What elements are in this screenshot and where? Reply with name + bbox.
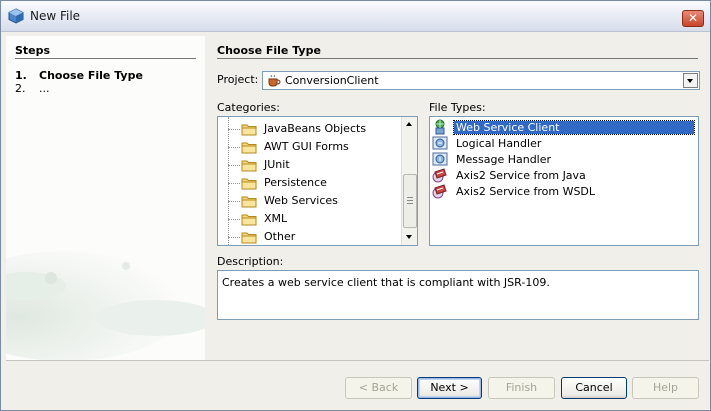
category-item[interactable]: JavaBeans Objects — [228, 120, 398, 138]
file-type-label: Axis2 Service from Java — [456, 169, 586, 182]
description-box: Creates a web service client that is com… — [217, 270, 699, 320]
file-type-label: Logical Handler — [456, 137, 542, 150]
project-label: Project: — [217, 73, 259, 86]
category-label: JavaBeans Objects — [264, 122, 367, 135]
finish-button[interactable]: Finish — [488, 377, 555, 399]
category-label: XML — [264, 212, 288, 225]
category-item[interactable]: Web Services — [228, 192, 398, 210]
category-item[interactable]: XML — [228, 210, 398, 228]
folder-icon — [241, 232, 257, 244]
chevron-down-icon[interactable] — [683, 73, 698, 88]
message-handler-icon — [432, 152, 448, 166]
file-type-item[interactable]: Axis2 Service from Java — [432, 167, 695, 183]
category-label: Web Services — [264, 194, 338, 207]
category-label: JUnit — [264, 158, 290, 171]
description-label: Description: — [217, 255, 284, 268]
category-item[interactable]: Other — [228, 228, 398, 245]
scroll-down-arrow-icon[interactable] — [402, 230, 417, 245]
axis2-service-icon — [432, 184, 447, 199]
description-text: Creates a web service client that is com… — [222, 276, 550, 289]
help-button[interactable]: Help — [632, 377, 699, 399]
file-type-item[interactable]: Message Handler — [432, 151, 695, 167]
categories-tree[interactable]: JavaBeans Objects AWT GUI Forms JUnit Persi… — [217, 116, 418, 246]
file-types-list[interactable]: Web Service Client Logical Handler Message… — [429, 116, 699, 246]
file-type-label: Web Service Client — [453, 120, 695, 135]
tree-connector — [228, 165, 240, 166]
decorative-background — [6, 251, 205, 360]
file-type-label: Message Handler — [456, 153, 552, 166]
step-number: 1. — [15, 69, 27, 82]
scroll-thumb[interactable] — [403, 174, 417, 228]
categories-label: Categories: — [217, 101, 280, 114]
step-label: ... — [39, 82, 50, 95]
category-label: Persistence — [264, 176, 327, 189]
netbeans-cube-icon — [8, 8, 24, 24]
web-service-client-icon — [435, 119, 445, 135]
tree-connector — [228, 219, 240, 220]
step-number: 2. — [15, 82, 26, 95]
footer-divider — [6, 360, 709, 361]
folder-icon — [241, 214, 257, 226]
file-types-label: File Types: — [429, 101, 486, 114]
tree-connector — [228, 147, 240, 148]
tree-connector — [228, 201, 240, 202]
project-value: ConversionClient — [285, 74, 379, 87]
file-type-item[interactable]: Logical Handler — [432, 135, 695, 151]
close-button[interactable]: ✕ — [682, 10, 704, 27]
window-title: New File — [30, 9, 81, 23]
title-divider — [217, 58, 698, 59]
folder-icon — [241, 124, 257, 136]
folder-icon — [241, 142, 257, 154]
logical-handler-icon — [432, 136, 448, 150]
file-type-label: Axis2 Service from WSDL — [456, 185, 596, 198]
file-type-item[interactable]: Web Service Client — [432, 119, 695, 135]
steps-divider — [15, 58, 196, 59]
category-item[interactable]: Persistence — [228, 174, 398, 192]
step-label: Choose File Type — [39, 69, 143, 82]
step-item-2: 2.... — [15, 82, 50, 95]
steps-title: Steps — [15, 44, 51, 57]
category-item[interactable]: JUnit — [228, 156, 398, 174]
category-item[interactable]: AWT GUI Forms — [228, 138, 398, 156]
tree-connector — [228, 129, 240, 130]
tree-connector — [228, 183, 240, 184]
project-select[interactable]: ConversionClient — [262, 71, 700, 90]
folder-icon — [241, 196, 257, 208]
steps-panel: Steps 1. Choose File Type 2.... — [6, 36, 205, 360]
tree-connector — [228, 237, 240, 238]
file-type-item[interactable]: Axis2 Service from WSDL — [432, 183, 695, 199]
axis2-service-icon — [432, 168, 447, 183]
title-bar[interactable]: New File ✕ — [1, 1, 710, 32]
cancel-button[interactable]: Cancel — [561, 377, 627, 399]
new-file-dialog: New File ✕ Steps 1. Choose File Type 2...… — [0, 0, 711, 411]
page-title: Choose File Type — [217, 44, 321, 57]
scroll-up-arrow-icon[interactable] — [402, 117, 417, 132]
category-label: AWT GUI Forms — [264, 140, 349, 153]
step-item-1: 1. Choose File Type — [15, 69, 143, 82]
main-panel: Choose File Type Project: ConversionClie… — [206, 36, 709, 360]
category-label: Other — [264, 230, 296, 243]
folder-icon — [241, 178, 257, 190]
back-button[interactable]: < Back — [345, 377, 412, 399]
next-button[interactable]: Next > — [417, 377, 482, 399]
folder-icon — [241, 160, 257, 172]
coffee-cup-icon — [268, 74, 281, 87]
categories-scrollbar[interactable] — [401, 117, 417, 245]
